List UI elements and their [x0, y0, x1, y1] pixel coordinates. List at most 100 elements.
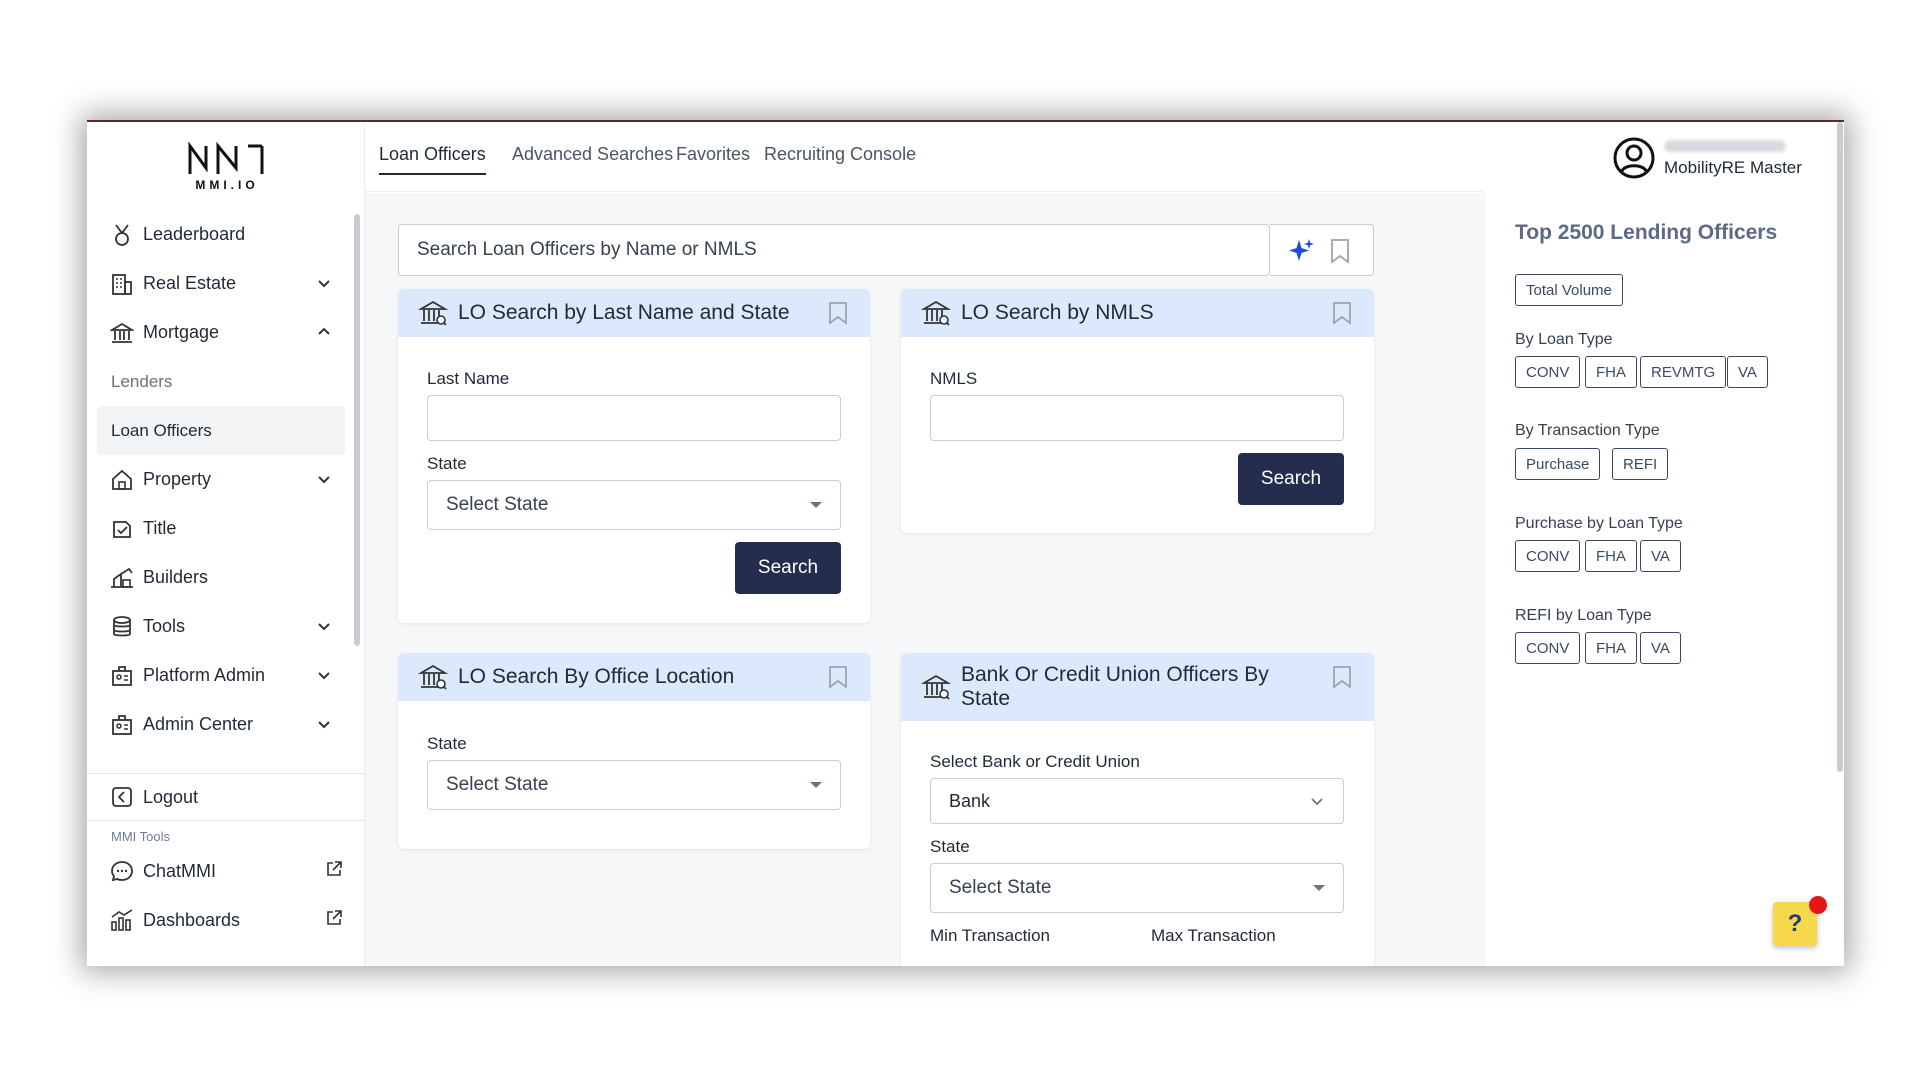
bank-icon [418, 298, 448, 328]
user-avatar-icon [1613, 137, 1655, 179]
bank-type-value: Bank [949, 790, 991, 811]
tab-favorites[interactable]: Favorites [676, 144, 750, 173]
user-email-redacted [1664, 140, 1786, 152]
sidebar-item-label: Property [143, 469, 212, 489]
building-icon [109, 271, 135, 297]
chevron-down-icon[interactable] [315, 274, 333, 292]
sidebar-item-label: Title [143, 518, 177, 538]
chip-va[interactable]: VA [1640, 632, 1681, 664]
chip-conv[interactable]: CONV [1515, 540, 1581, 572]
chip-refi[interactable]: REFI [1612, 448, 1669, 480]
caret-down-icon [810, 782, 822, 788]
state-select[interactable]: Select State [930, 863, 1344, 913]
card-title: LO Search by Last Name and State [458, 301, 790, 324]
sidebar-scrollbar[interactable] [354, 214, 360, 646]
chevron-down-icon[interactable] [315, 715, 333, 733]
chatmmi-label: ChatMMI [143, 860, 217, 881]
card-title: LO Search by NMLS [961, 301, 1154, 324]
bookmark-icon[interactable] [1330, 238, 1350, 264]
purchase-by-loan-type-label: Purchase by Loan Type [1515, 515, 1683, 532]
chevron-up-icon[interactable] [315, 323, 333, 341]
sidebar-item-leaderboard[interactable]: Leaderboard [97, 210, 345, 259]
chip-fha[interactable]: FHA [1585, 356, 1637, 388]
sidebar-item-title[interactable]: Title [97, 504, 345, 553]
card-lo-last-name-state: LO Search by Last Name and State Last Na… [398, 289, 870, 623]
chevron-down-icon[interactable] [315, 470, 333, 488]
sidebar-item-property[interactable]: Property [97, 455, 345, 504]
sidebar-item-label: Builders [143, 567, 209, 587]
sidebar-divider [87, 820, 365, 821]
bank-icon [418, 662, 448, 692]
sidebar-item-lenders[interactable]: Lenders [97, 357, 345, 406]
state-select[interactable]: Select State [427, 480, 841, 530]
nmls-input[interactable] [930, 395, 1344, 441]
ai-sparkle-icon[interactable] [1288, 237, 1316, 265]
nmls-label: NMLS [930, 369, 978, 388]
tab-advanced-searches[interactable]: Advanced Searches [512, 144, 673, 173]
sidebar-item-label: Mortgage [143, 322, 220, 342]
top-nav: Loan Officers Advanced Searches Favorite… [365, 122, 1483, 192]
sidebar-item-loan-officers[interactable]: Loan Officers [97, 406, 345, 455]
chevron-down-icon[interactable] [315, 617, 333, 635]
sidebar: MMI.IO Leaderboard Real Estate Mortgage … [87, 122, 365, 966]
search-actions [1270, 224, 1374, 276]
state-label: State [427, 734, 467, 753]
sidebar-item-admin-center[interactable]: Admin Center [97, 700, 345, 749]
panel-title: Top 2500 Lending Officers [1515, 221, 1778, 244]
chip-fha[interactable]: FHA [1585, 540, 1637, 572]
sidebar-item-platform-admin[interactable]: Platform Admin [97, 651, 345, 700]
by-loan-type-label: By Loan Type [1515, 331, 1613, 348]
bookmark-icon[interactable] [1332, 665, 1354, 689]
state-label: State [427, 454, 467, 473]
chip-va[interactable]: VA [1640, 540, 1681, 572]
external-link-icon[interactable] [325, 860, 343, 878]
page-scrollbar[interactable] [1837, 122, 1843, 772]
bookmark-icon[interactable] [1332, 301, 1354, 325]
bank-icon [921, 298, 951, 328]
card-header: LO Search by NMLS [901, 289, 1374, 337]
bank-type-label: Select Bank or Credit Union [930, 752, 1140, 771]
user-name: MobilityRE Master [1664, 158, 1802, 177]
sidebar-item-real-estate[interactable]: Real Estate [97, 259, 345, 308]
chip-va[interactable]: VA [1727, 356, 1768, 388]
state-select-value: Select State [446, 774, 549, 795]
chatmmi-link[interactable]: ChatMMI [109, 851, 216, 891]
sidebar-item-label: Leaderboard [143, 224, 246, 244]
user-menu[interactable]: MobilityRE Master [1612, 136, 1832, 186]
mmi-logo[interactable]: MMI.IO [182, 140, 272, 198]
state-select[interactable]: Select State [427, 760, 841, 810]
chevron-down-icon [1309, 793, 1325, 809]
bar-chart-icon [109, 907, 135, 933]
sidebar-item-label: Platform Admin [143, 665, 266, 685]
tab-loan-officers[interactable]: Loan Officers [379, 144, 486, 175]
search-button[interactable]: Search [1238, 453, 1344, 505]
sidebar-item-label: Tools [143, 616, 186, 636]
chip-conv[interactable]: CONV [1515, 632, 1581, 664]
chevron-down-icon[interactable] [315, 666, 333, 684]
bookmark-icon[interactable] [828, 665, 850, 689]
title-icon [109, 516, 135, 542]
chip-total-volume[interactable]: Total Volume [1515, 274, 1623, 306]
search-button[interactable]: Search [735, 542, 841, 594]
last-name-input[interactable] [427, 395, 841, 441]
logout-label: Logout [143, 786, 199, 807]
lo-search-input[interactable] [399, 225, 1271, 275]
external-link-icon[interactable] [325, 909, 343, 927]
dashboards-link[interactable]: Dashboards [109, 900, 240, 940]
chip-conv[interactable]: CONV [1515, 356, 1581, 388]
medal-icon [109, 222, 135, 248]
caret-down-icon [810, 502, 822, 508]
bank-type-select[interactable]: Bank [930, 778, 1344, 824]
sidebar-item-builders[interactable]: Builders [97, 553, 345, 602]
tab-recruiting-console[interactable]: Recruiting Console [764, 144, 916, 173]
admin-center-icon [109, 712, 135, 738]
sidebar-item-tools[interactable]: Tools [97, 602, 345, 651]
sidebar-item-mortgage[interactable]: Mortgage [97, 308, 345, 357]
last-name-label: Last Name [427, 369, 510, 388]
chip-fha[interactable]: FHA [1585, 632, 1637, 664]
sidebar-item-label: Real Estate [143, 273, 237, 293]
logout-button[interactable]: Logout [109, 777, 198, 817]
chip-purchase[interactable]: Purchase [1515, 448, 1601, 480]
bookmark-icon[interactable] [828, 301, 850, 325]
chip-revmtg[interactable]: REVMTG [1640, 356, 1727, 388]
